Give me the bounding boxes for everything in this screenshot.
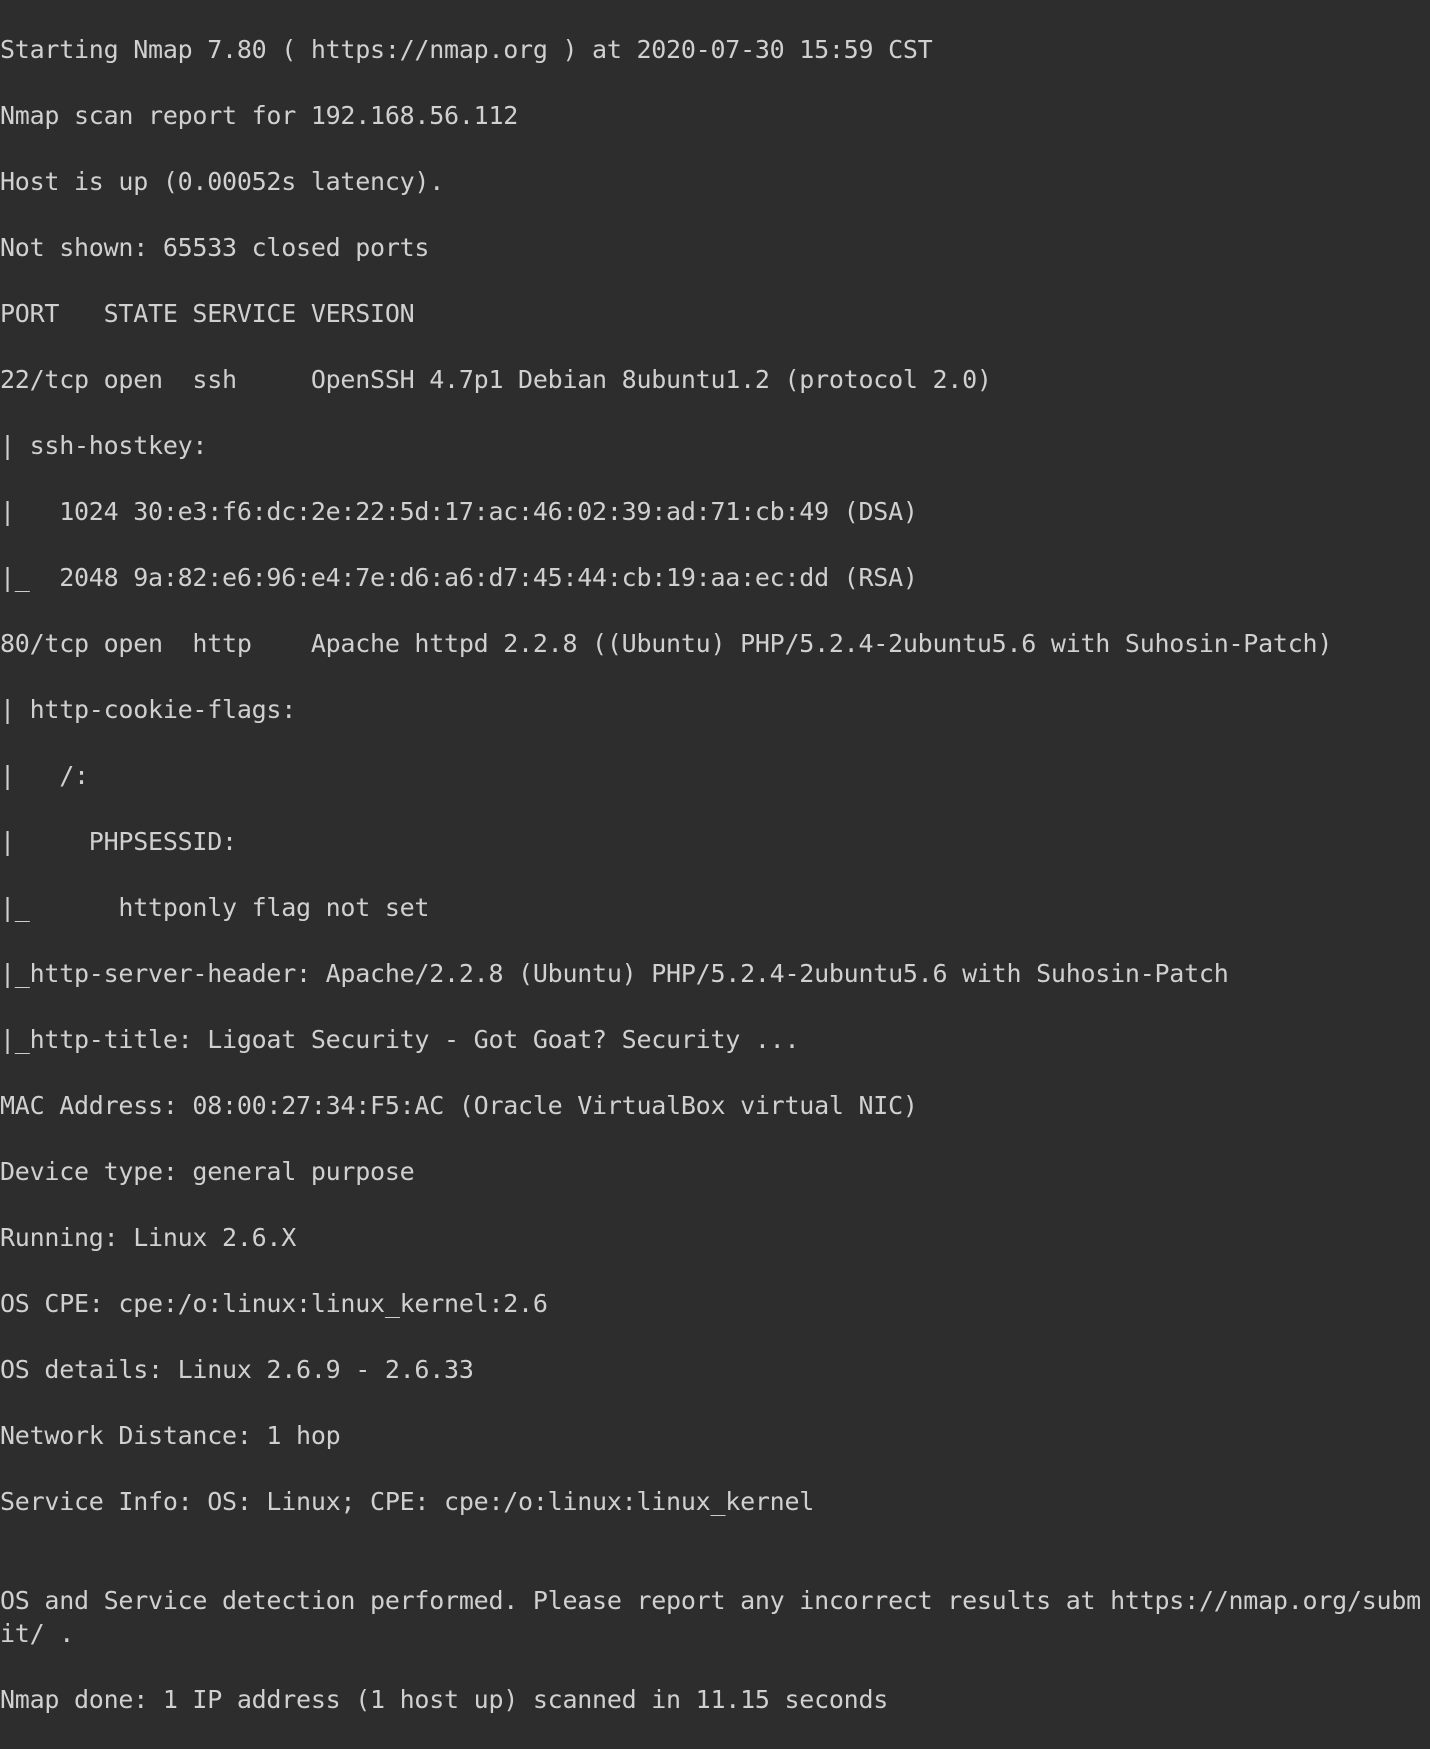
- output-line: | ssh-hostkey:: [0, 429, 1430, 462]
- output-line: Running: Linux 2.6.X: [0, 1221, 1430, 1254]
- output-line: 22/tcp open ssh OpenSSH 4.7p1 Debian 8ub…: [0, 363, 1430, 396]
- output-line: | /:: [0, 759, 1430, 792]
- output-line: PORT STATE SERVICE VERSION: [0, 297, 1430, 330]
- output-line: Starting Nmap 7.80 ( https://nmap.org ) …: [0, 33, 1430, 66]
- output-line: |_http-title: Ligoat Security - Got Goat…: [0, 1023, 1430, 1056]
- output-line: Host is up (0.00052s latency).: [0, 165, 1430, 198]
- output-line: | 1024 30:e3:f6:dc:2e:22:5d:17:ac:46:02:…: [0, 495, 1430, 528]
- output-line: Device type: general purpose: [0, 1155, 1430, 1188]
- output-line: OS CPE: cpe:/o:linux:linux_kernel:2.6: [0, 1287, 1430, 1320]
- output-line: OS details: Linux 2.6.9 - 2.6.33: [0, 1353, 1430, 1386]
- output-line: | PHPSESSID:: [0, 825, 1430, 858]
- output-line: Network Distance: 1 hop: [0, 1419, 1430, 1452]
- output-line: |_http-server-header: Apache/2.2.8 (Ubun…: [0, 957, 1430, 990]
- output-line: Not shown: 65533 closed ports: [0, 231, 1430, 264]
- output-line: Nmap scan report for 192.168.56.112: [0, 99, 1430, 132]
- output-line: | http-cookie-flags:: [0, 693, 1430, 726]
- output-line: Nmap done: 1 IP address (1 host up) scan…: [0, 1683, 1430, 1716]
- terminal-output: Starting Nmap 7.80 ( https://nmap.org ) …: [0, 0, 1430, 1749]
- output-line: Service Info: OS: Linux; CPE: cpe:/o:lin…: [0, 1485, 1430, 1518]
- output-line: 80/tcp open http Apache httpd 2.2.8 ((Ub…: [0, 627, 1430, 660]
- output-line: MAC Address: 08:00:27:34:F5:AC (Oracle V…: [0, 1089, 1430, 1122]
- output-line: |_ 2048 9a:82:e6:96:e4:7e:d6:a6:d7:45:44…: [0, 561, 1430, 594]
- output-line: |_ httponly flag not set: [0, 891, 1430, 924]
- output-line: OS and Service detection performed. Plea…: [0, 1584, 1430, 1650]
